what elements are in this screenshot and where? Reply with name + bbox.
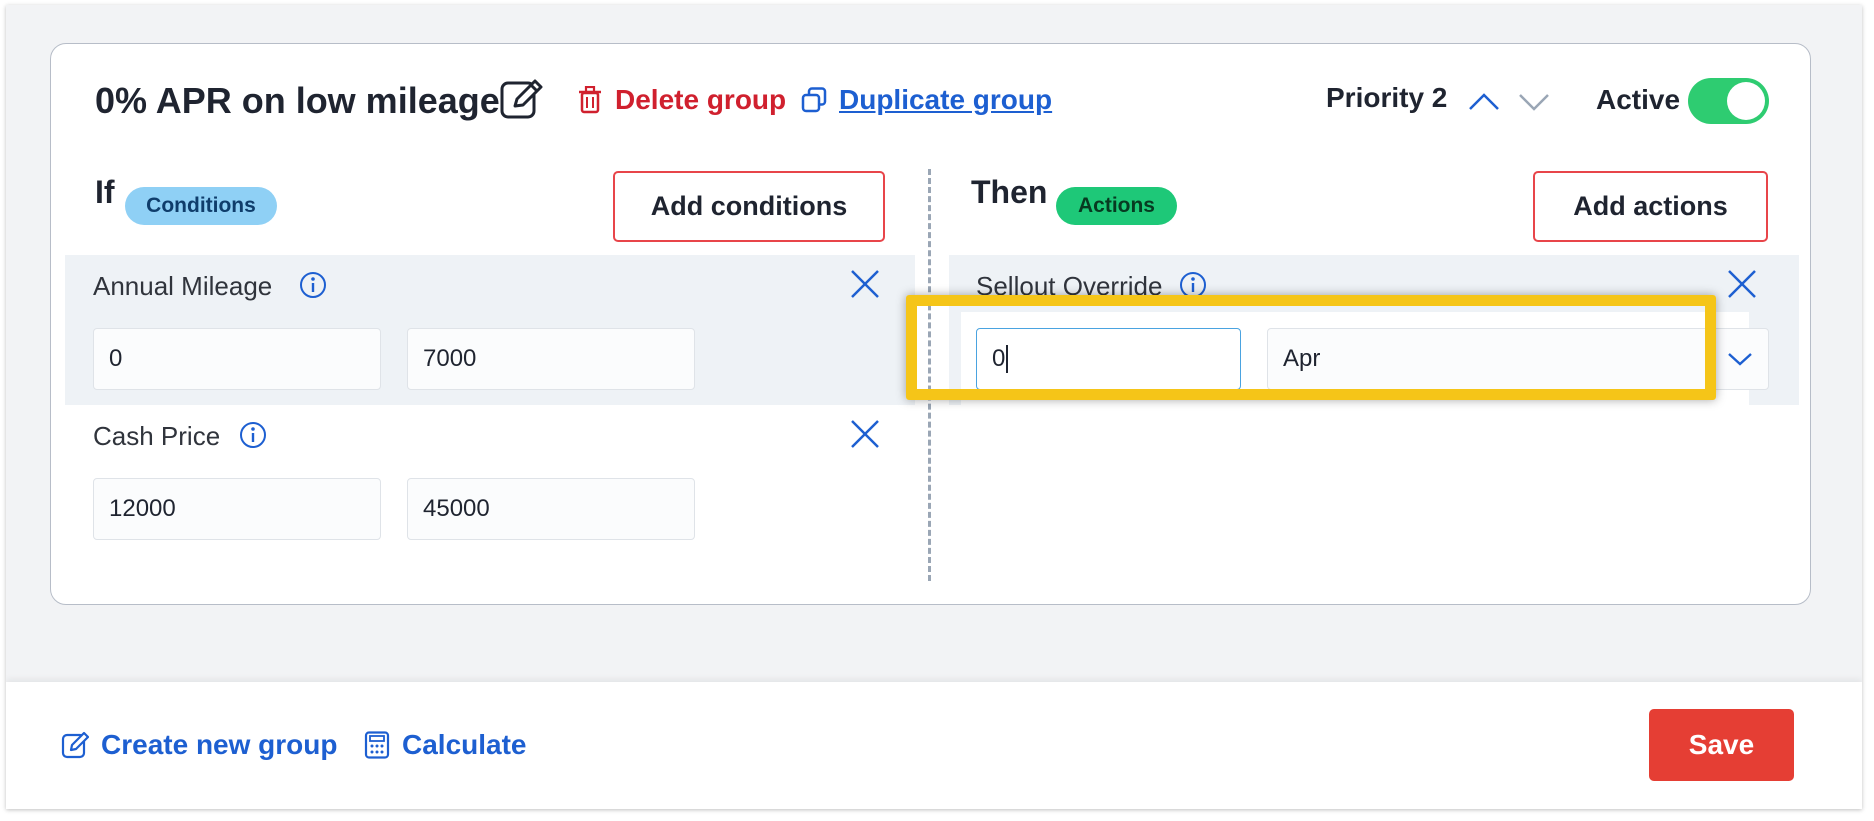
duplicate-group-button[interactable]: Duplicate group bbox=[801, 84, 1052, 116]
edit-title-icon[interactable] bbox=[499, 77, 543, 121]
info-icon[interactable] bbox=[239, 421, 267, 449]
info-icon[interactable] bbox=[299, 271, 327, 299]
condition-label: Annual Mileage bbox=[93, 271, 273, 301]
duplicate-icon bbox=[801, 87, 827, 113]
page-frame: 0% APR on low mileage Delete group Dupli… bbox=[6, 5, 1862, 809]
close-icon[interactable] bbox=[1726, 268, 1758, 300]
save-button[interactable]: Save bbox=[1649, 709, 1794, 781]
actions-badge: Actions bbox=[1056, 187, 1177, 225]
if-heading: If bbox=[95, 174, 115, 210]
sellout-override-unit-select[interactable]: Apr bbox=[1267, 328, 1769, 390]
chevron-up-icon[interactable] bbox=[1466, 87, 1502, 117]
calculate-label: Calculate bbox=[402, 729, 527, 760]
sellout-override-value: 0 bbox=[992, 345, 1006, 372]
rule-group-card: 0% APR on low mileage Delete group Dupli… bbox=[50, 43, 1811, 605]
chevron-down-icon[interactable] bbox=[1516, 87, 1552, 117]
create-new-group-label: Create new group bbox=[101, 729, 338, 760]
duplicate-group-label: Duplicate group bbox=[839, 84, 1053, 115]
footer-bar: Create new group Calculate Save bbox=[6, 682, 1862, 809]
cash-price-max-input[interactable]: 45000 bbox=[407, 478, 695, 540]
sellout-override-value-input[interactable]: 0 bbox=[976, 328, 1241, 390]
text-caret bbox=[1006, 345, 1009, 373]
priority-label: Priority 2 bbox=[1326, 82, 1448, 113]
add-conditions-button[interactable]: Add conditions bbox=[613, 171, 885, 242]
close-icon[interactable] bbox=[849, 418, 881, 450]
chevron-down-icon bbox=[1728, 353, 1752, 366]
then-heading: Then bbox=[971, 174, 1048, 210]
delete-group-label: Delete group bbox=[615, 84, 787, 115]
trash-icon bbox=[579, 86, 601, 114]
create-new-group-button[interactable]: Create new group bbox=[61, 729, 337, 761]
active-toggle[interactable] bbox=[1688, 78, 1769, 124]
info-icon[interactable] bbox=[1179, 271, 1207, 299]
close-icon[interactable] bbox=[849, 268, 881, 300]
group-title: 0% APR on low mileage bbox=[95, 80, 500, 121]
annual-mileage-min-input[interactable]: 0 bbox=[93, 328, 381, 390]
select-value: Apr bbox=[1283, 345, 1321, 372]
calculator-icon bbox=[364, 731, 390, 759]
conditions-badge: Conditions bbox=[125, 187, 277, 225]
annual-mileage-max-input[interactable]: 7000 bbox=[407, 328, 695, 390]
action-label: Sellout Override bbox=[976, 271, 1163, 301]
add-actions-button[interactable]: Add actions bbox=[1533, 171, 1768, 242]
active-label: Active bbox=[1596, 84, 1681, 115]
calculate-button[interactable]: Calculate bbox=[364, 729, 527, 761]
toggle-knob bbox=[1727, 82, 1765, 120]
edit-icon bbox=[61, 731, 89, 759]
section-divider bbox=[928, 169, 931, 581]
delete-group-button[interactable]: Delete group bbox=[579, 84, 786, 116]
condition-label: Cash Price bbox=[93, 421, 221, 451]
cash-price-min-input[interactable]: 12000 bbox=[93, 478, 381, 540]
